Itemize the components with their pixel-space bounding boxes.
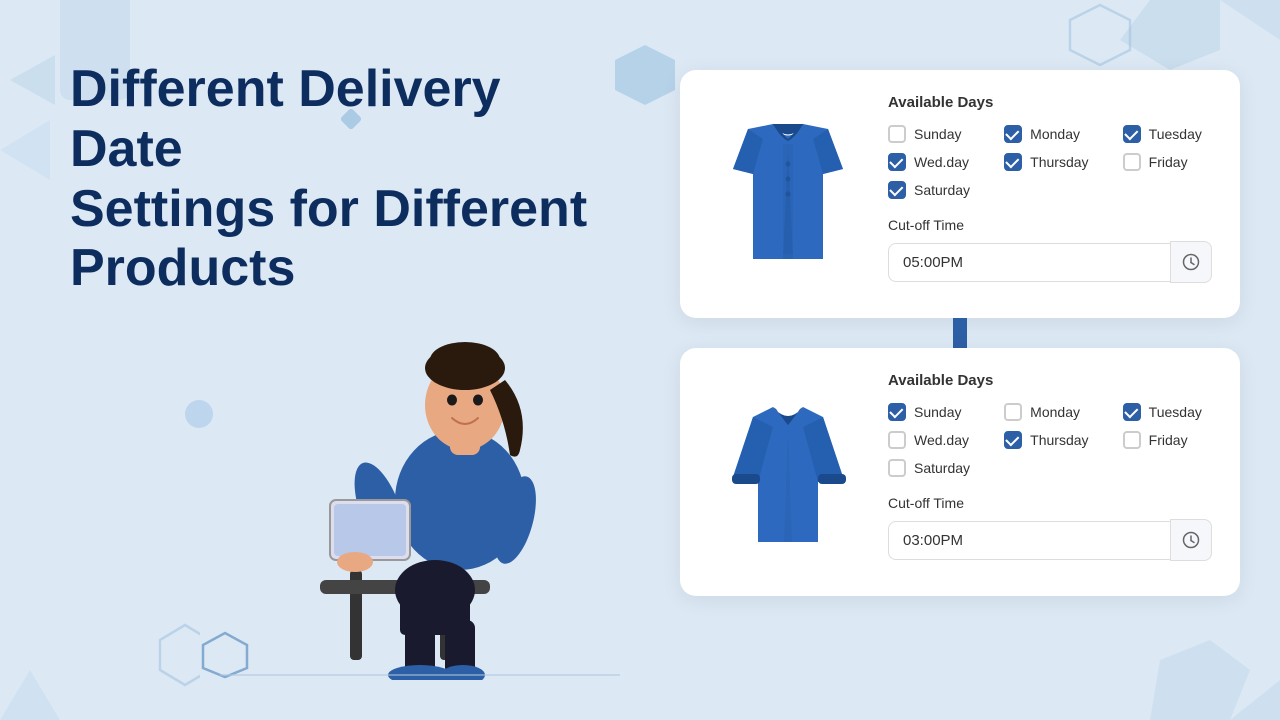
cutoff-section-2: Cut-off Time [888, 495, 1212, 561]
checkbox-monday-1[interactable] [1004, 125, 1022, 143]
checkbox-monday-2[interactable] [1004, 403, 1022, 421]
checkbox-wednesday-2[interactable] [888, 431, 906, 449]
product-image-1 [708, 94, 868, 294]
day-item-tuesday-1[interactable]: Tuesday [1123, 125, 1212, 143]
time-input-row-1 [888, 241, 1212, 283]
day-item-friday-2[interactable]: Friday [1123, 431, 1212, 449]
day-item-monday-1[interactable]: Monday [1004, 125, 1099, 143]
product-settings-1: Available Days Sunday Monday Tuesday [888, 94, 1212, 283]
right-panel: Available Days Sunday Monday Tuesday [680, 70, 1240, 596]
heading-line2: Settings for Different [70, 180, 587, 238]
person-illustration [200, 280, 620, 680]
day-label-monday-1: Monday [1030, 126, 1080, 142]
cutoff-label-1: Cut-off Time [888, 217, 1212, 233]
day-item-wednesday-2[interactable]: Wed.day [888, 431, 980, 449]
day-item-tuesday-2[interactable]: Tuesday [1123, 403, 1212, 421]
cutoff-label-2: Cut-off Time [888, 495, 1212, 511]
checkbox-sunday-1[interactable] [888, 125, 906, 143]
available-days-label-1: Available Days [888, 94, 1212, 111]
time-clock-icon-1[interactable] [1170, 241, 1212, 283]
cutoff-section-1: Cut-off Time [888, 217, 1212, 283]
day-label-wednesday-1: Wed.day [914, 154, 969, 170]
checkbox-wednesday-1[interactable] [888, 153, 906, 171]
day-item-saturday-2[interactable]: Saturday [888, 459, 980, 477]
day-item-thursday-2[interactable]: Thursday [1004, 431, 1099, 449]
day-item-saturday-1[interactable]: Saturday [888, 181, 980, 199]
day-item-sunday-1[interactable]: Sunday [888, 125, 980, 143]
day-label-monday-2: Monday [1030, 404, 1080, 420]
time-input-2[interactable] [888, 521, 1170, 560]
day-label-thursday-1: Thursday [1030, 154, 1088, 170]
checkbox-friday-1[interactable] [1123, 153, 1141, 171]
checkbox-thursday-2[interactable] [1004, 431, 1022, 449]
days-grid-1: Sunday Monday Tuesday Wed.day [888, 125, 1212, 199]
day-label-sunday-1: Sunday [914, 126, 961, 142]
checkbox-saturday-2[interactable] [888, 459, 906, 477]
day-item-thursday-1[interactable]: Thursday [1004, 153, 1099, 171]
time-clock-icon-2[interactable] [1170, 519, 1212, 561]
day-label-tuesday-1: Tuesday [1149, 126, 1202, 142]
day-item-wednesday-1[interactable]: Wed.day [888, 153, 980, 171]
product-image-2 [708, 372, 868, 572]
day-label-saturday-1: Saturday [914, 182, 970, 198]
card-connector [953, 318, 967, 348]
day-label-thursday-2: Thursday [1030, 432, 1088, 448]
checkbox-thursday-1[interactable] [1004, 153, 1022, 171]
product-card-1: Available Days Sunday Monday Tuesday [680, 70, 1240, 318]
main-heading: Different Delivery Date Settings for Dif… [70, 60, 590, 299]
day-item-monday-2[interactable]: Monday [1004, 403, 1099, 421]
available-days-label-2: Available Days [888, 372, 1212, 389]
checkbox-friday-2[interactable] [1123, 431, 1141, 449]
day-label-tuesday-2: Tuesday [1149, 404, 1202, 420]
day-label-friday-1: Friday [1149, 154, 1188, 170]
product-card-2: Available Days Sunday Monday Tuesday [680, 348, 1240, 596]
time-input-row-2 [888, 519, 1212, 561]
day-item-friday-1[interactable]: Friday [1123, 153, 1212, 171]
checkbox-tuesday-2[interactable] [1123, 403, 1141, 421]
day-label-friday-2: Friday [1149, 432, 1188, 448]
days-grid-2: Sunday Monday Tuesday Wed.day [888, 403, 1212, 477]
heading-line3: Products [70, 239, 295, 297]
checkbox-tuesday-1[interactable] [1123, 125, 1141, 143]
day-label-saturday-2: Saturday [914, 460, 970, 476]
checkbox-sunday-2[interactable] [888, 403, 906, 421]
product-settings-2: Available Days Sunday Monday Tuesday [888, 372, 1212, 561]
checkbox-saturday-1[interactable] [888, 181, 906, 199]
heading-line1: Different Delivery Date [70, 60, 501, 178]
time-input-1[interactable] [888, 243, 1170, 282]
day-label-wednesday-2: Wed.day [914, 432, 969, 448]
day-item-sunday-2[interactable]: Sunday [888, 403, 980, 421]
day-label-sunday-2: Sunday [914, 404, 961, 420]
